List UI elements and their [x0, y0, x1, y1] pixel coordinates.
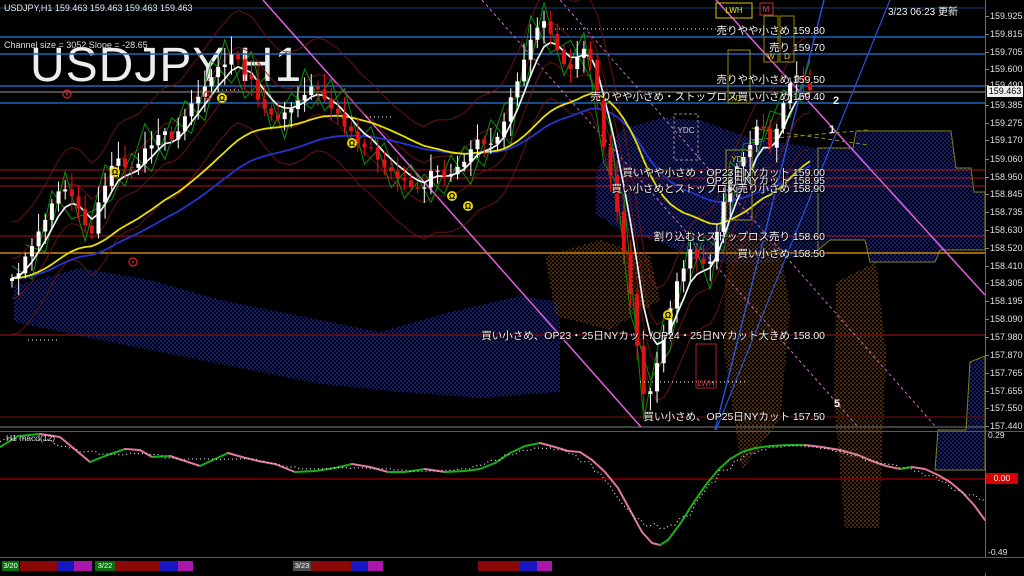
macd-panel-top-border — [0, 431, 1024, 432]
price-axis-label: 159.600 — [990, 64, 1023, 74]
trade-note: 売りやや小さめ・ストップロス買い小さめ 159.40 — [590, 89, 825, 104]
price-axis-tick — [985, 319, 989, 320]
price-axis-label: 158.630 — [990, 225, 1023, 235]
price-axis-label: 158.410 — [990, 261, 1023, 271]
session-strip-segment — [160, 561, 178, 571]
price-axis-tick — [985, 212, 989, 213]
ichimoku-clouds — [14, 118, 985, 528]
svg-text:Ω: Ω — [349, 139, 356, 148]
price-axis-label: 158.305 — [990, 278, 1023, 288]
session-strip-segment: 3/20 — [2, 561, 19, 571]
session-strip-segment: 3/23 — [293, 561, 311, 571]
price-axis-label: 158.090 — [990, 314, 1023, 324]
price-axis-label: 159.170 — [990, 135, 1023, 145]
trade-note: 売り 159.70 — [769, 40, 825, 55]
macd-max-label: 0.29 — [988, 430, 1005, 440]
price-axis-label: 157.765 — [990, 368, 1023, 378]
price-axis-tick — [985, 408, 989, 409]
price-axis-label: 158.520 — [990, 243, 1023, 253]
price-axis-label: 157.550 — [990, 403, 1023, 413]
price-axis-tick — [985, 159, 989, 160]
price-axis-label: 159.275 — [990, 118, 1023, 128]
price-axis-tick — [985, 69, 989, 70]
price-axis-tick — [985, 16, 989, 17]
svg-text:M: M — [763, 5, 770, 14]
svg-text:YDL: YDL — [731, 155, 747, 164]
price-axis-label: 159.815 — [990, 29, 1023, 39]
price-axis-label: 158.195 — [990, 296, 1023, 306]
price-axis-label: 157.980 — [990, 332, 1023, 342]
price-axis-tick — [985, 266, 989, 267]
trade-note: 売りやや小さめ 159.50 — [716, 72, 825, 87]
price-axis-tick — [985, 194, 989, 195]
session-strip-segment — [351, 561, 368, 571]
price-axis-label: 158.735 — [990, 207, 1023, 217]
price-axis-tick — [985, 34, 989, 35]
svg-text:Ω: Ω — [112, 168, 119, 177]
trade-note: 売りやや小さめ 159.80 — [716, 23, 825, 38]
session-strip-segment — [115, 561, 160, 571]
trade-note: 買い小さめ、OP25日NYカット 157.50 — [644, 409, 825, 424]
price-axis-separator — [985, 0, 986, 576]
trade-note: 買い小さめ 158.50 — [737, 246, 825, 261]
trade-note: 買い小さめとストップロス売り小さめ 158.90 — [611, 181, 825, 196]
price-axis-tick — [985, 230, 989, 231]
price-axis-label: 157.870 — [990, 350, 1023, 360]
macd-indicator — [0, 434, 985, 545]
session-strip-segment — [20, 561, 57, 571]
price-axis-tick — [985, 391, 989, 392]
svg-text:2: 2 — [833, 95, 839, 107]
session-strip-segment — [368, 561, 383, 571]
macd-zero-tag: 0.00 — [986, 473, 1018, 484]
session-strip-segment — [57, 561, 74, 571]
price-axis-label: 158.845 — [990, 189, 1023, 199]
price-axis-label: 158.950 — [990, 172, 1023, 182]
price-axis-tick — [985, 283, 989, 284]
session-strip-segment — [311, 561, 351, 571]
price-axis-tick — [985, 123, 989, 124]
price-axis-label: 159.060 — [990, 154, 1023, 164]
session-strip-segment — [478, 561, 520, 571]
session-strip-segment — [178, 561, 193, 571]
price-axis-tick — [985, 177, 989, 178]
session-strip-segment — [537, 561, 552, 571]
price-axis-tick — [985, 301, 989, 302]
session-strip-segment: 3/22 — [95, 561, 115, 571]
svg-text:Ω: Ω — [665, 311, 672, 320]
svg-text:1: 1 — [829, 124, 835, 136]
svg-text:Ω: Ω — [465, 202, 472, 211]
trading-terminal-window: USDJPY H1 LWHMWDYDMYDCYDLLWH ΩΩΩΩΩΩ215 U… — [0, 0, 1024, 576]
price-axis-label: 159.705 — [990, 47, 1023, 57]
price-axis-tick — [985, 105, 989, 106]
macd-min-label: -0.49 — [988, 547, 1007, 557]
price-axis-label: 159.385 — [990, 100, 1023, 110]
session-strip-segment — [74, 561, 92, 571]
svg-text:LWH: LWH — [697, 379, 714, 388]
price-axis-label: 159.925 — [990, 11, 1023, 21]
channel-info-readout: Channel size = 3052 Slope = -28.65 — [4, 40, 148, 50]
svg-text:LWH: LWH — [725, 6, 742, 15]
price-axis-tick — [985, 248, 989, 249]
trade-note: 割り込むとストップロス売り 158.60 — [653, 229, 825, 244]
trade-note: 買い小さめ、OP23・25日NYカット/OP24・25日NYカット大きめ 158… — [481, 328, 825, 343]
price-axis-tick — [985, 426, 989, 427]
price-axis-tick — [985, 337, 989, 338]
price-axis-tick — [985, 373, 989, 374]
svg-text:YDC: YDC — [678, 126, 695, 135]
session-strip-segment — [520, 561, 537, 571]
session-strip: 3/20 3/22 3/23 — [0, 558, 1024, 573]
macd-indicator-label: H1 macd(12) — [6, 433, 55, 443]
price-axis-tick — [985, 140, 989, 141]
price-axis-tick — [985, 52, 989, 53]
svg-text:Ω: Ω — [219, 94, 226, 103]
svg-text:5: 5 — [834, 398, 840, 410]
current-price-tag: 159.463 — [987, 86, 1023, 97]
symbol-ohlc-readout: USDJPY,H1 159.463 159.463 159.463 159.46… — [4, 3, 193, 13]
chart-canvas[interactable]: LWHMWDYDMYDCYDLLWH ΩΩΩΩΩΩ215 — [0, 0, 1024, 576]
last-update-timestamp: 3/23 06:23 更新 — [888, 3, 958, 18]
svg-text:Ω: Ω — [449, 192, 456, 201]
price-axis-tick — [985, 355, 989, 356]
price-axis-label: 157.655 — [990, 386, 1023, 396]
